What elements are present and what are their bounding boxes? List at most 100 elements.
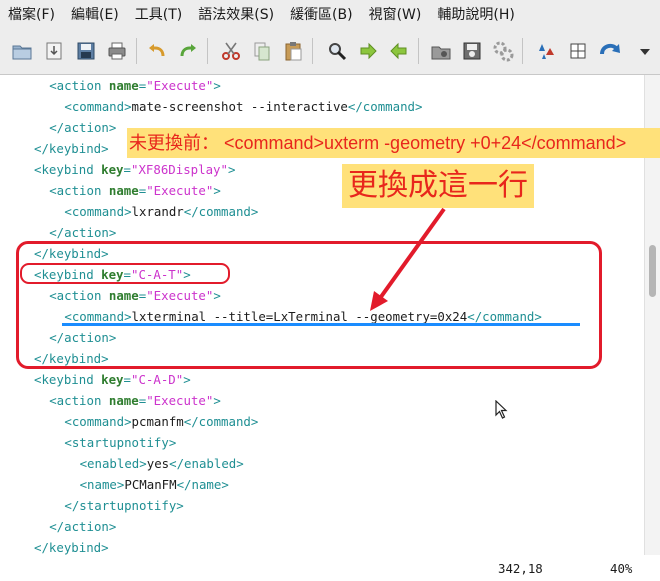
code-line: <command>mate-screenshot --interactive</… (64, 96, 422, 117)
code-line: <action name="Execute"> (49, 390, 221, 411)
code-line: <action name="Execute"> (49, 75, 221, 96)
xml-tag: <keybind (34, 162, 102, 177)
xml-tag: = (123, 162, 131, 177)
menu-tools[interactable]: 工具(T) (127, 0, 190, 30)
command-underline (62, 323, 580, 326)
load-session-icon[interactable] (430, 40, 452, 62)
xml-tag: > (227, 162, 236, 177)
xml-tag: > (213, 78, 221, 93)
code-line: </action> (49, 222, 116, 243)
xml-string: "XF86Display" (131, 162, 228, 177)
code-line: </action> (49, 516, 116, 537)
menu-syntax[interactable]: 語法效果(S) (190, 0, 282, 30)
table-icon[interactable] (567, 40, 589, 62)
run-script-icon[interactable] (492, 40, 514, 62)
before-change-note: 未更換前： <command>uxterm -geometry +0+24</c… (127, 128, 660, 158)
scroll-percent: 40% (610, 561, 633, 576)
xml-tag: > (183, 372, 191, 387)
xml-tag: <enabled> (79, 456, 147, 471)
xml-text: PCManFM (124, 477, 177, 492)
mouse-pointer-icon (495, 400, 508, 419)
undo-icon[interactable] (146, 40, 168, 62)
xml-tag: <name> (79, 477, 125, 492)
toolbar (0, 30, 660, 75)
xml-tag: = (123, 372, 131, 387)
xml-tag: </keybind> (34, 141, 109, 156)
xml-tag: <action (49, 393, 109, 408)
xml-text: pcmanfm (131, 414, 184, 429)
menu-help[interactable]: 輔助說明(H) (429, 0, 522, 30)
xml-tag: <command> (64, 99, 132, 114)
xml-string: "C-A-D" (131, 372, 184, 387)
xml-tag: <action (49, 183, 109, 198)
xml-tag: </command> (347, 99, 423, 114)
xml-tag: </enabled> (169, 456, 244, 471)
xml-tag: <command> (64, 204, 132, 219)
code-line: </keybind> (34, 138, 109, 159)
xml-tag: </command> (183, 414, 259, 429)
print-icon[interactable] (106, 40, 128, 62)
xml-attribute: name (108, 393, 139, 408)
xml-tag: <keybind (34, 372, 102, 387)
replace-note: 更換成這一行 (342, 164, 534, 208)
copy-icon[interactable] (251, 40, 273, 62)
toolbar-separator (418, 38, 419, 64)
save-icon[interactable] (75, 40, 97, 62)
xml-attribute: key (101, 372, 124, 387)
menu-bar: 檔案(F) 編輯(E) 工具(T) 語法效果(S) 緩衝區(B) 視窗(W) 輔… (0, 0, 660, 30)
xml-tag: > (213, 183, 221, 198)
xml-tag: </keybind> (34, 540, 109, 555)
xml-tag: </command> (183, 204, 259, 219)
xml-text: lxrandr (131, 204, 184, 219)
xml-string: "Execute" (146, 183, 214, 198)
code-line: <name>PCManFM</name> (80, 474, 229, 495)
paste-icon[interactable] (282, 40, 304, 62)
save-download-icon[interactable] (43, 40, 65, 62)
make-icon[interactable] (536, 40, 558, 62)
code-line: </startupnotify> (64, 495, 183, 516)
menu-buffers[interactable]: 緩衝區(B) (282, 0, 361, 30)
xml-tag: <startupnotify> (64, 435, 177, 450)
xml-attribute: key (101, 162, 124, 177)
toolbar-separator (522, 38, 523, 64)
xml-tag: </action> (49, 519, 117, 534)
xml-tag: </action> (49, 225, 117, 240)
toolbar-separator (207, 38, 208, 64)
code-line: <startupnotify> (64, 432, 176, 453)
code-line: <command>lxrandr</command> (64, 201, 258, 222)
save-session-icon[interactable] (461, 40, 483, 62)
xml-attribute: name (108, 183, 139, 198)
menu-window[interactable]: 視窗(W) (361, 0, 430, 30)
xml-tag: <action (49, 78, 109, 93)
xml-tag: <command> (64, 414, 132, 429)
xml-text: mate-screenshot --interactive (131, 99, 348, 114)
toolbar-separator (312, 38, 313, 64)
open-icon[interactable] (11, 40, 33, 62)
highlight-box-key (20, 263, 230, 284)
xml-tag: </action> (49, 120, 117, 135)
jump-icon[interactable] (598, 40, 624, 62)
xml-tag: </startupnotify> (64, 498, 184, 513)
code-line: <action name="Execute"> (49, 180, 221, 201)
find-replace-icon[interactable] (326, 40, 348, 62)
xml-string: "Execute" (146, 393, 214, 408)
xml-tag: </name> (176, 477, 229, 492)
code-line: </action> (49, 117, 116, 138)
cut-icon[interactable] (220, 40, 242, 62)
back-icon[interactable] (388, 40, 410, 62)
cursor-position: 342,18 (498, 561, 543, 576)
xml-tag: > (213, 393, 221, 408)
forward-icon[interactable] (357, 40, 379, 62)
menu-file[interactable]: 檔案(F) (0, 0, 63, 30)
menu-edit[interactable]: 編輯(E) (63, 0, 127, 30)
xml-text: yes (146, 456, 170, 471)
code-line: <keybind key="C-A-D"> (34, 369, 191, 390)
xml-attribute: name (108, 78, 139, 93)
highlight-box-keybind (16, 241, 602, 369)
xml-string: "Execute" (146, 78, 214, 93)
code-line: <keybind key="XF86Display"> (34, 159, 235, 180)
dropdown-icon[interactable] (634, 40, 656, 62)
code-line: <command>pcmanfm</command> (64, 411, 258, 432)
scrollbar-thumb[interactable] (649, 245, 656, 297)
redo-icon[interactable] (177, 40, 199, 62)
